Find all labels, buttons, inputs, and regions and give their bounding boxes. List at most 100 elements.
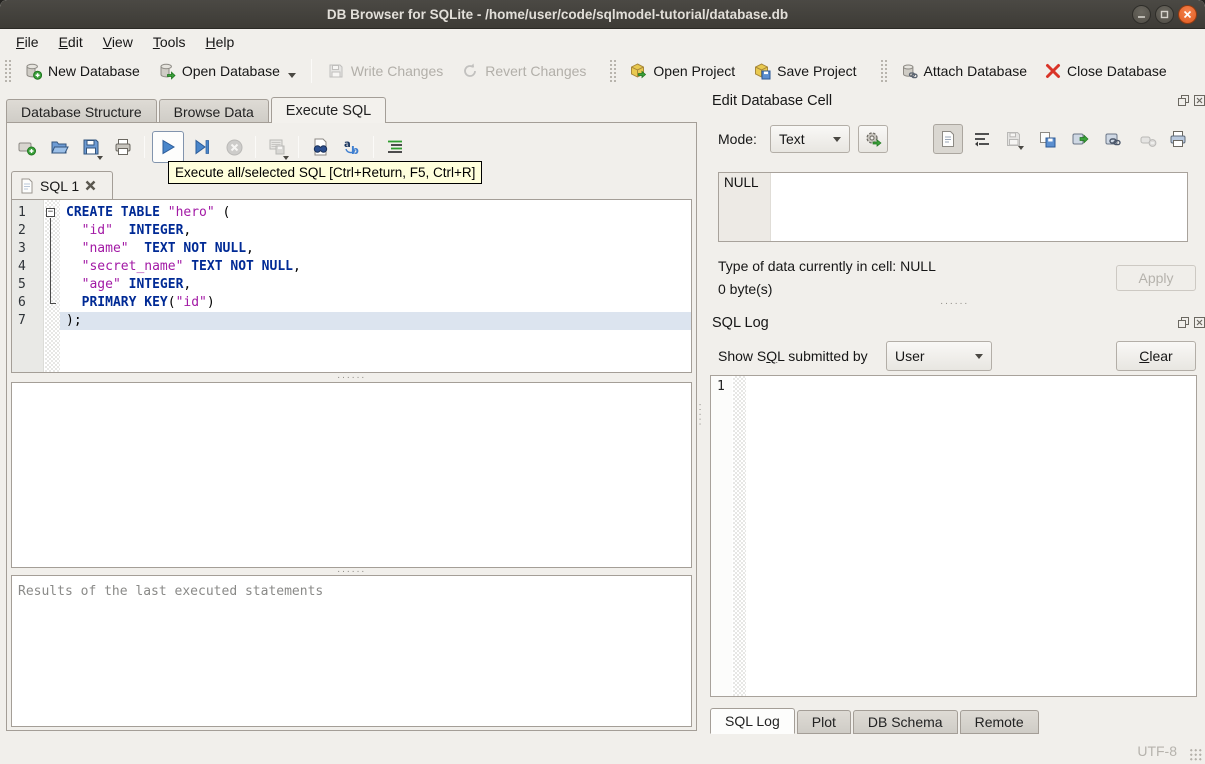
toolbar-drag-handle[interactable] bbox=[879, 59, 887, 83]
print-cell-button[interactable] bbox=[1164, 125, 1192, 153]
dock-tab-db-schema[interactable]: DB Schema bbox=[852, 710, 958, 734]
results-pane[interactable]: Results of the last executed statements bbox=[11, 575, 692, 727]
mode-label: Mode: bbox=[718, 131, 757, 147]
tab-database-structure[interactable]: Database Structure bbox=[6, 99, 157, 123]
toolbar-separator bbox=[310, 59, 312, 83]
dock-tab-sql-log[interactable]: SQL Log bbox=[710, 708, 795, 734]
log-fold-margin bbox=[733, 376, 746, 696]
new-database-button[interactable]: New Database bbox=[15, 58, 149, 84]
close-tab-icon[interactable] bbox=[85, 180, 96, 191]
text-mode-button[interactable] bbox=[933, 124, 963, 154]
menu-file[interactable]: File bbox=[6, 32, 49, 52]
float-dock-icon[interactable] bbox=[1178, 95, 1189, 106]
float-dock-icon[interactable] bbox=[1178, 317, 1189, 328]
new-sql-tab-button[interactable] bbox=[13, 133, 41, 161]
save-results-button[interactable] bbox=[263, 133, 291, 161]
execute-sql-panel: a b SQL 1 1 − CREATE TABLE "hero" (2 "i… bbox=[6, 122, 697, 731]
find-button[interactable] bbox=[306, 133, 334, 161]
pane-splitter[interactable]: ······ bbox=[11, 373, 692, 383]
export-cell-button[interactable] bbox=[1033, 125, 1061, 153]
save-results-dropdown-icon[interactable] bbox=[283, 156, 289, 160]
log-filter-value: User bbox=[895, 348, 925, 364]
titlebar[interactable]: DB Browser for SQLite - /home/user/code/… bbox=[0, 0, 1205, 29]
stop-button[interactable] bbox=[220, 133, 248, 161]
apply-button[interactable]: Apply bbox=[1116, 265, 1196, 291]
open-database-dropdown-icon[interactable] bbox=[287, 73, 296, 78]
encoding-indicator[interactable]: UTF-8 bbox=[1137, 743, 1177, 759]
svg-text:a: a bbox=[344, 139, 351, 150]
edit-cell-dock-buttons bbox=[1178, 95, 1205, 106]
open-database-button[interactable]: Open Database bbox=[149, 58, 305, 84]
import-dropdown-icon bbox=[1018, 146, 1024, 150]
menu-edit[interactable]: Edit bbox=[49, 32, 93, 52]
remove-link-icon bbox=[1140, 136, 1157, 147]
fold-margin bbox=[44, 258, 60, 276]
tab-execute-sql[interactable]: Execute SQL bbox=[270, 97, 387, 123]
save-sql-dropdown-icon[interactable] bbox=[97, 156, 103, 160]
menu-help[interactable]: Help bbox=[196, 32, 245, 52]
panel-splitter[interactable]: ····· bbox=[695, 400, 706, 430]
autocomplete-button[interactable]: a b bbox=[338, 133, 366, 161]
close-database-button[interactable]: Close Database bbox=[1036, 59, 1176, 83]
set-null-button[interactable] bbox=[1134, 125, 1162, 153]
open-project-button[interactable]: Open Project bbox=[620, 58, 744, 84]
close-dock-icon[interactable] bbox=[1194, 317, 1205, 328]
write-changes-button[interactable]: Write Changes bbox=[318, 58, 452, 84]
sql-tab-sql1[interactable]: SQL 1 bbox=[11, 171, 113, 199]
fold-marker-icon[interactable]: − bbox=[44, 204, 60, 222]
sql-editor[interactable]: 1− CREATE TABLE "hero" (2 "id" INTEGER, 3 … bbox=[11, 199, 692, 373]
word-wrap-button[interactable] bbox=[968, 125, 996, 153]
maximize-icon[interactable] bbox=[1155, 5, 1174, 24]
export-data-button[interactable] bbox=[1066, 125, 1094, 153]
resize-grip-icon[interactable] bbox=[1189, 748, 1202, 761]
print-sql-button[interactable] bbox=[109, 133, 137, 161]
menu-view[interactable]: View bbox=[93, 32, 143, 52]
dock-tab-bar: SQL Log Plot DB Schema Remote bbox=[710, 708, 1041, 734]
editor-line-6[interactable]: 6 PRIMARY KEY("id") bbox=[12, 294, 691, 312]
save-project-button[interactable]: Save Project bbox=[744, 58, 865, 84]
format-sql-icon bbox=[388, 140, 402, 153]
execute-all-button[interactable] bbox=[152, 131, 184, 163]
link-data-button[interactable] bbox=[1099, 125, 1127, 153]
save-project-icon bbox=[753, 62, 771, 80]
export-arrow-icon bbox=[1072, 133, 1089, 145]
dock-splitter[interactable]: ······ bbox=[712, 299, 1197, 309]
sql-log-view[interactable]: 1 bbox=[710, 375, 1197, 697]
auto-apply-button[interactable] bbox=[858, 125, 888, 153]
minimize-icon[interactable] bbox=[1132, 5, 1151, 24]
cell-editor[interactable]: NULL bbox=[718, 172, 1188, 242]
editor-line-2[interactable]: 2 "id" INTEGER, bbox=[12, 222, 691, 240]
gear-arrow-icon bbox=[866, 132, 882, 147]
dock-tab-plot[interactable]: Plot bbox=[796, 710, 851, 734]
clear-log-button[interactable]: Clear bbox=[1116, 341, 1196, 371]
toolbar-drag-handle[interactable] bbox=[4, 59, 11, 83]
editor-line-3[interactable]: 3 "name" TEXT NOT NULL, bbox=[12, 240, 691, 258]
editor-line-4[interactable]: 4 "secret_name" TEXT NOT NULL, bbox=[12, 258, 691, 276]
menubar: File Edit View Tools Help bbox=[0, 30, 1205, 53]
close-icon[interactable] bbox=[1178, 5, 1197, 24]
editor-secondary-pane[interactable] bbox=[11, 382, 692, 568]
close-dock-icon[interactable] bbox=[1194, 95, 1205, 106]
format-sql-button[interactable] bbox=[381, 133, 409, 161]
dock-tab-remote[interactable]: Remote bbox=[959, 710, 1039, 734]
editor-line-1[interactable]: 1 − CREATE TABLE "hero" ( bbox=[12, 204, 691, 222]
mode-select[interactable]: Text bbox=[770, 125, 850, 153]
sql-editor-lines: 1− CREATE TABLE "hero" (2 "id" INTEGER, 3 … bbox=[12, 204, 691, 330]
save-sql-file-button[interactable] bbox=[77, 133, 105, 161]
revert-changes-button[interactable]: Revert Changes bbox=[452, 58, 595, 84]
sql-file-icon bbox=[21, 178, 33, 193]
import-cell-button[interactable] bbox=[1000, 125, 1028, 153]
close-database-icon bbox=[1045, 63, 1061, 79]
editor-line-5[interactable]: 5 "age" INTEGER, bbox=[12, 276, 691, 294]
execute-line-button[interactable] bbox=[188, 133, 216, 161]
log-filter-select[interactable]: User bbox=[886, 341, 992, 371]
window-title: DB Browser for SQLite - /home/user/code/… bbox=[326, 7, 789, 22]
attach-database-button[interactable]: Attach Database bbox=[891, 58, 1037, 84]
editor-line-7[interactable]: 7); bbox=[12, 312, 691, 330]
toolbar-drag-handle[interactable] bbox=[609, 59, 617, 83]
code-text: CREATE TABLE "hero" ( bbox=[66, 205, 231, 220]
open-sql-file-button[interactable] bbox=[45, 133, 73, 161]
tab-browse-data[interactable]: Browse Data bbox=[158, 99, 269, 123]
menu-tools[interactable]: Tools bbox=[143, 32, 196, 52]
code-text: PRIMARY KEY("id") bbox=[81, 295, 215, 310]
